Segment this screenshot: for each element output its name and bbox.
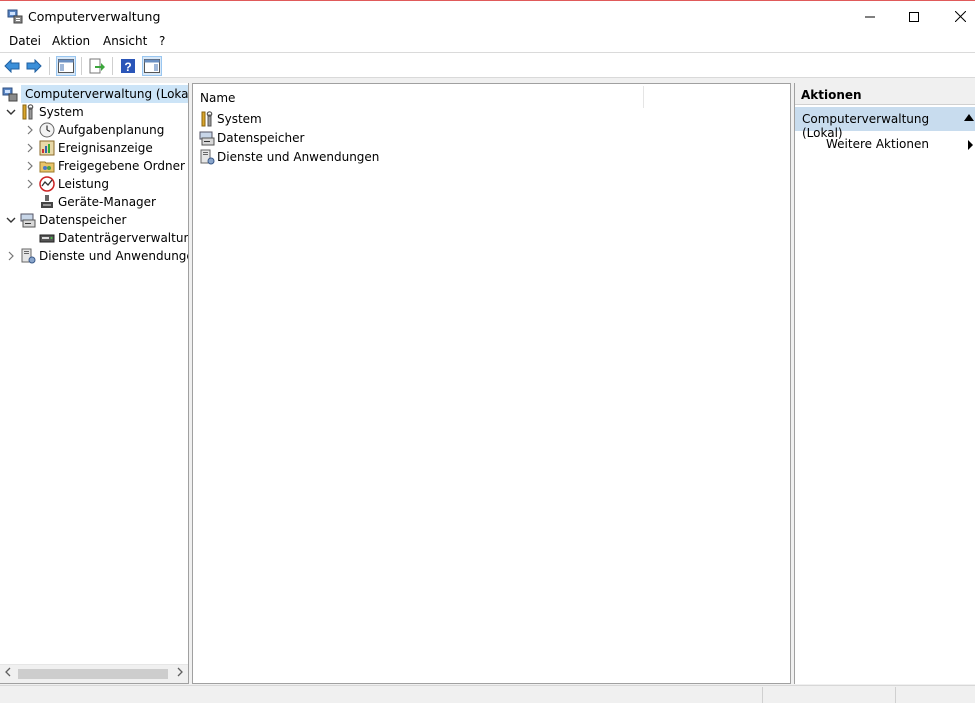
show-hide-action-pane-icon [144,59,160,73]
menu-datei[interactable]: Datei [9,34,41,48]
shared-folder-icon [39,158,55,174]
services-applications-icon [20,248,36,264]
actions-section-computerverwaltung[interactable]: Computerverwaltung (Lokal) [795,107,975,140]
toolbar: ? [0,54,975,78]
chevron-right-icon[interactable] [24,124,36,136]
tree-item-label: Computerverwaltung (Lokal) [21,85,188,103]
export-list-button[interactable] [87,56,107,76]
actions-section-label: Computerverwaltung (Lokal) [802,112,930,140]
actions-pane: Aktionen Computerverwaltung (Lokal) Weit… [794,83,975,684]
tree-item-leistung[interactable]: Leistung [24,175,109,193]
tree-item-label: Datenträgerverwaltung [58,231,189,245]
computer-management-icon [7,8,23,24]
chevron-down-icon[interactable] [5,214,17,226]
chevron-right-icon[interactable] [24,178,36,190]
show-hide-tree-icon [58,59,74,73]
list-item-label: System [217,112,262,126]
submenu-arrow-icon [968,140,973,150]
system-tools-icon [199,111,215,127]
navigation-tree: Computerverwaltung (Lokal) System Aufgab… [0,83,189,684]
tree-horizontal-scrollbar[interactable] [0,664,188,683]
list-item-system[interactable]: System [199,110,262,128]
title-bar: Computerverwaltung [0,0,975,32]
system-tools-icon [20,104,36,120]
back-arrow-icon [4,59,20,73]
column-divider[interactable] [643,86,644,108]
tree-item-label: Dienste und Anwendungen [39,249,189,263]
menu-aktion[interactable]: Aktion [52,34,90,48]
clock-icon [39,122,55,138]
tree-item-label: System [39,105,84,119]
window-title: Computerverwaltung [28,9,161,24]
storage-icon [20,212,36,228]
maximize-button[interactable] [891,2,937,31]
event-viewer-icon [39,140,55,156]
chevron-right-icon[interactable] [5,250,17,262]
tree-item-label: Ereignisanzeige [58,141,153,155]
show-hide-tree-button[interactable] [56,56,76,76]
collapse-up-icon[interactable] [964,114,974,121]
help-icon: ? [121,59,135,74]
minimize-button[interactable] [847,2,893,31]
list-item-label: Dienste und Anwendungen [217,150,380,164]
tree-item-freigegebene-ordner[interactable]: Freigegebene Ordner [24,157,185,175]
chevron-down-icon[interactable] [5,106,17,118]
tree-item-ereignisanzeige[interactable]: Ereignisanzeige [24,139,153,157]
computer-management-icon [2,86,18,102]
back-button[interactable] [2,56,22,76]
tree-item-root[interactable]: Computerverwaltung (Lokal) [2,85,188,103]
tree-item-system[interactable]: System [5,103,84,121]
list-item-dienste[interactable]: Dienste und Anwendungen [199,148,379,166]
scroll-thumb[interactable] [18,669,168,679]
tree-item-datentraegerverwaltung[interactable]: Datenträgerverwaltung [24,229,189,247]
show-hide-action-pane-button[interactable] [142,56,162,76]
tree-item-geraete-manager[interactable]: Geräte-Manager [24,193,156,211]
storage-icon [199,130,215,146]
tree-item-dienste[interactable]: Dienste und Anwendungen [5,247,189,265]
column-header-name[interactable]: Name [200,91,235,105]
menu-help[interactable]: ? [159,34,165,48]
performance-icon [39,176,55,192]
close-button[interactable] [937,2,975,31]
device-manager-icon [39,194,55,210]
tree-item-label: Freigegebene Ordner [58,159,185,173]
chevron-right-icon[interactable] [24,142,36,154]
tree-item-label: Datenspeicher [39,213,127,227]
help-button[interactable]: ? [118,56,138,76]
content-list-pane: Name System Datenspeicher Dienste und An… [192,83,791,684]
list-header: Name [193,84,790,110]
tree-item-label: Geräte-Manager [58,195,156,209]
forward-arrow-icon [26,59,42,73]
menu-ansicht[interactable]: Ansicht [103,34,147,48]
forward-button[interactable] [24,56,44,76]
actions-header: Aktionen [795,83,975,105]
export-list-icon [89,58,105,74]
list-item-label: Datenspeicher [217,131,305,145]
chevron-right-icon[interactable] [24,160,36,172]
disk-management-icon [39,230,55,246]
tree-item-aufgabenplanung[interactable]: Aufgabenplanung [24,121,164,139]
tree-item-datenspeicher[interactable]: Datenspeicher [5,211,126,229]
tree-item-label: Leistung [58,177,109,191]
tree-item-label: Aufgabenplanung [58,123,165,137]
services-applications-icon [199,149,215,165]
scroll-right-icon[interactable] [176,667,184,680]
list-item-datenspeicher[interactable]: Datenspeicher [199,129,304,147]
menu-bar: Datei Aktion Ansicht ? [0,32,975,53]
scroll-left-icon[interactable] [4,667,12,680]
action-weitere-aktionen[interactable]: Weitere Aktionen [826,137,929,151]
status-bar [0,685,975,703]
svg-text:?: ? [124,60,131,74]
